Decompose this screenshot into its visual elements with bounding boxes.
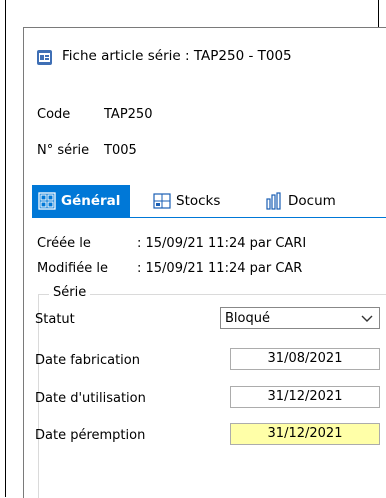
- created-label: Créée le: [37, 236, 91, 251]
- tab-general-label: Général: [61, 193, 121, 209]
- tab-stocks[interactable]: Stocks: [153, 185, 220, 217]
- utilisation-date-label: Date d'utilisation: [35, 391, 146, 406]
- code-label: Code: [37, 107, 71, 122]
- fabrication-date-label: Date fabrication: [35, 353, 140, 368]
- tab-stocks-label: Stocks: [176, 193, 221, 209]
- peremption-date-label: Date péremption: [35, 428, 146, 443]
- code-value: TAP250: [104, 107, 153, 122]
- tab-general[interactable]: Général: [32, 185, 131, 217]
- utilisation-date-value: 31/12/2021: [267, 389, 343, 404]
- general-icon: [38, 192, 56, 210]
- article-series-window: Fiche article série : TAP250 - T005 Code…: [23, 27, 386, 498]
- fabrication-date-field[interactable]: 31/08/2021: [230, 348, 380, 370]
- statut-select[interactable]: Bloqué: [220, 307, 380, 329]
- modified-value: : 15/09/21 11:24 par CAR: [137, 261, 303, 276]
- title-bar: Fiche article série : TAP250 - T005: [24, 28, 386, 70]
- created-value: : 15/09/21 11:24 par CARI: [137, 236, 307, 251]
- serie-group-legend: Série: [49, 285, 91, 300]
- tab-documents-label: Docum: [288, 193, 336, 209]
- fabrication-date-value: 31/08/2021: [267, 351, 343, 366]
- statut-label: Statut: [35, 312, 75, 327]
- tab-documents[interactable]: Docum: [265, 185, 336, 217]
- documents-icon: [266, 192, 281, 210]
- serie-number-label: N° série: [37, 143, 90, 158]
- modified-label: Modifiée le: [37, 261, 108, 276]
- chevron-down-icon: [361, 315, 373, 322]
- serie-number-value: T005: [104, 143, 137, 158]
- statut-value: Bloqué: [225, 311, 270, 326]
- peremption-date-value: 31/12/2021: [267, 426, 343, 441]
- tab-bar: Général Stocks Docum: [32, 185, 386, 218]
- peremption-date-field[interactable]: 31/12/2021: [230, 423, 380, 445]
- utilisation-date-field[interactable]: 31/12/2021: [230, 386, 380, 408]
- window-title: Fiche article série : TAP250 - T005: [62, 48, 292, 64]
- app-icon: [37, 50, 52, 65]
- stocks-icon: [153, 193, 171, 209]
